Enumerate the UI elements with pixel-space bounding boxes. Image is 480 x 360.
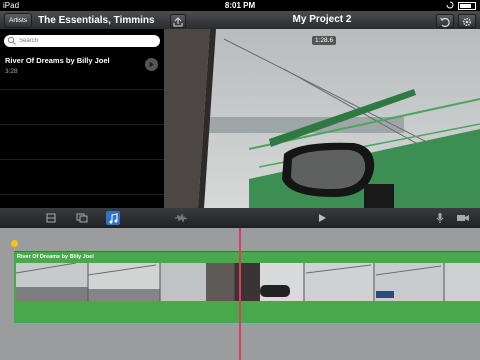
camera-button[interactable]	[456, 211, 470, 225]
status-bar: iPad 8:01 PM	[0, 0, 480, 11]
music-tab[interactable]	[106, 211, 120, 225]
search-field[interactable]	[4, 35, 160, 47]
waveform-icon	[175, 213, 188, 223]
list-divider	[0, 194, 164, 195]
time-readout: 1:28.6	[312, 36, 337, 45]
song-duration: 3:28	[5, 68, 18, 75]
play-icon	[319, 214, 326, 222]
status-right	[446, 0, 476, 10]
play-icon	[149, 61, 154, 68]
video-clips-icon	[46, 213, 56, 223]
record-voiceover-button[interactable]	[433, 211, 447, 225]
video-clips-tab[interactable]	[44, 211, 58, 225]
song-title: River Of Dreams by Billy Joel	[5, 56, 110, 65]
video-viewer[interactable]: 1:28.6	[164, 29, 480, 208]
battery-icon	[458, 2, 476, 10]
editing-toolbar	[0, 208, 480, 228]
music-icon	[109, 212, 118, 223]
undo-icon	[440, 17, 450, 28]
audio-waveform-button[interactable]	[174, 211, 188, 225]
song-row[interactable]: River Of Dreams by Billy Joel 3:28	[0, 54, 164, 90]
artists-back-button[interactable]: Artists	[4, 12, 33, 28]
project-title: My Project 2	[292, 14, 352, 25]
lock-rotation-icon	[446, 1, 454, 9]
video-clip-filmstrip[interactable]	[16, 263, 480, 301]
list-divider	[0, 159, 164, 160]
video-thumbnails	[16, 263, 480, 301]
audio-clip-label: River Of Dreams by Billy Joel	[17, 254, 94, 260]
list-divider	[0, 89, 164, 90]
music-library-pane: Artists The Essentials, Timmins River Of…	[0, 11, 164, 208]
library-header: Artists The Essentials, Timmins	[0, 11, 164, 29]
play-button[interactable]	[315, 211, 329, 225]
settings-button[interactable]	[458, 14, 476, 28]
search-icon	[7, 36, 16, 45]
video-frame	[164, 29, 480, 208]
photos-tab[interactable]	[75, 211, 89, 225]
list-divider	[0, 124, 164, 125]
playhead[interactable]	[239, 228, 241, 360]
search-input[interactable]	[17, 38, 151, 44]
microphone-icon	[436, 213, 444, 223]
song-play-button[interactable]	[145, 58, 158, 71]
camera-icon	[457, 215, 469, 221]
clock: 8:01 PM	[224, 1, 256, 10]
photos-icon	[76, 213, 88, 223]
gear-icon	[462, 17, 472, 27]
undo-button[interactable]	[436, 14, 454, 28]
project-header: My Project 2	[164, 11, 480, 29]
library-title: The Essentials, Timmins	[38, 14, 155, 26]
